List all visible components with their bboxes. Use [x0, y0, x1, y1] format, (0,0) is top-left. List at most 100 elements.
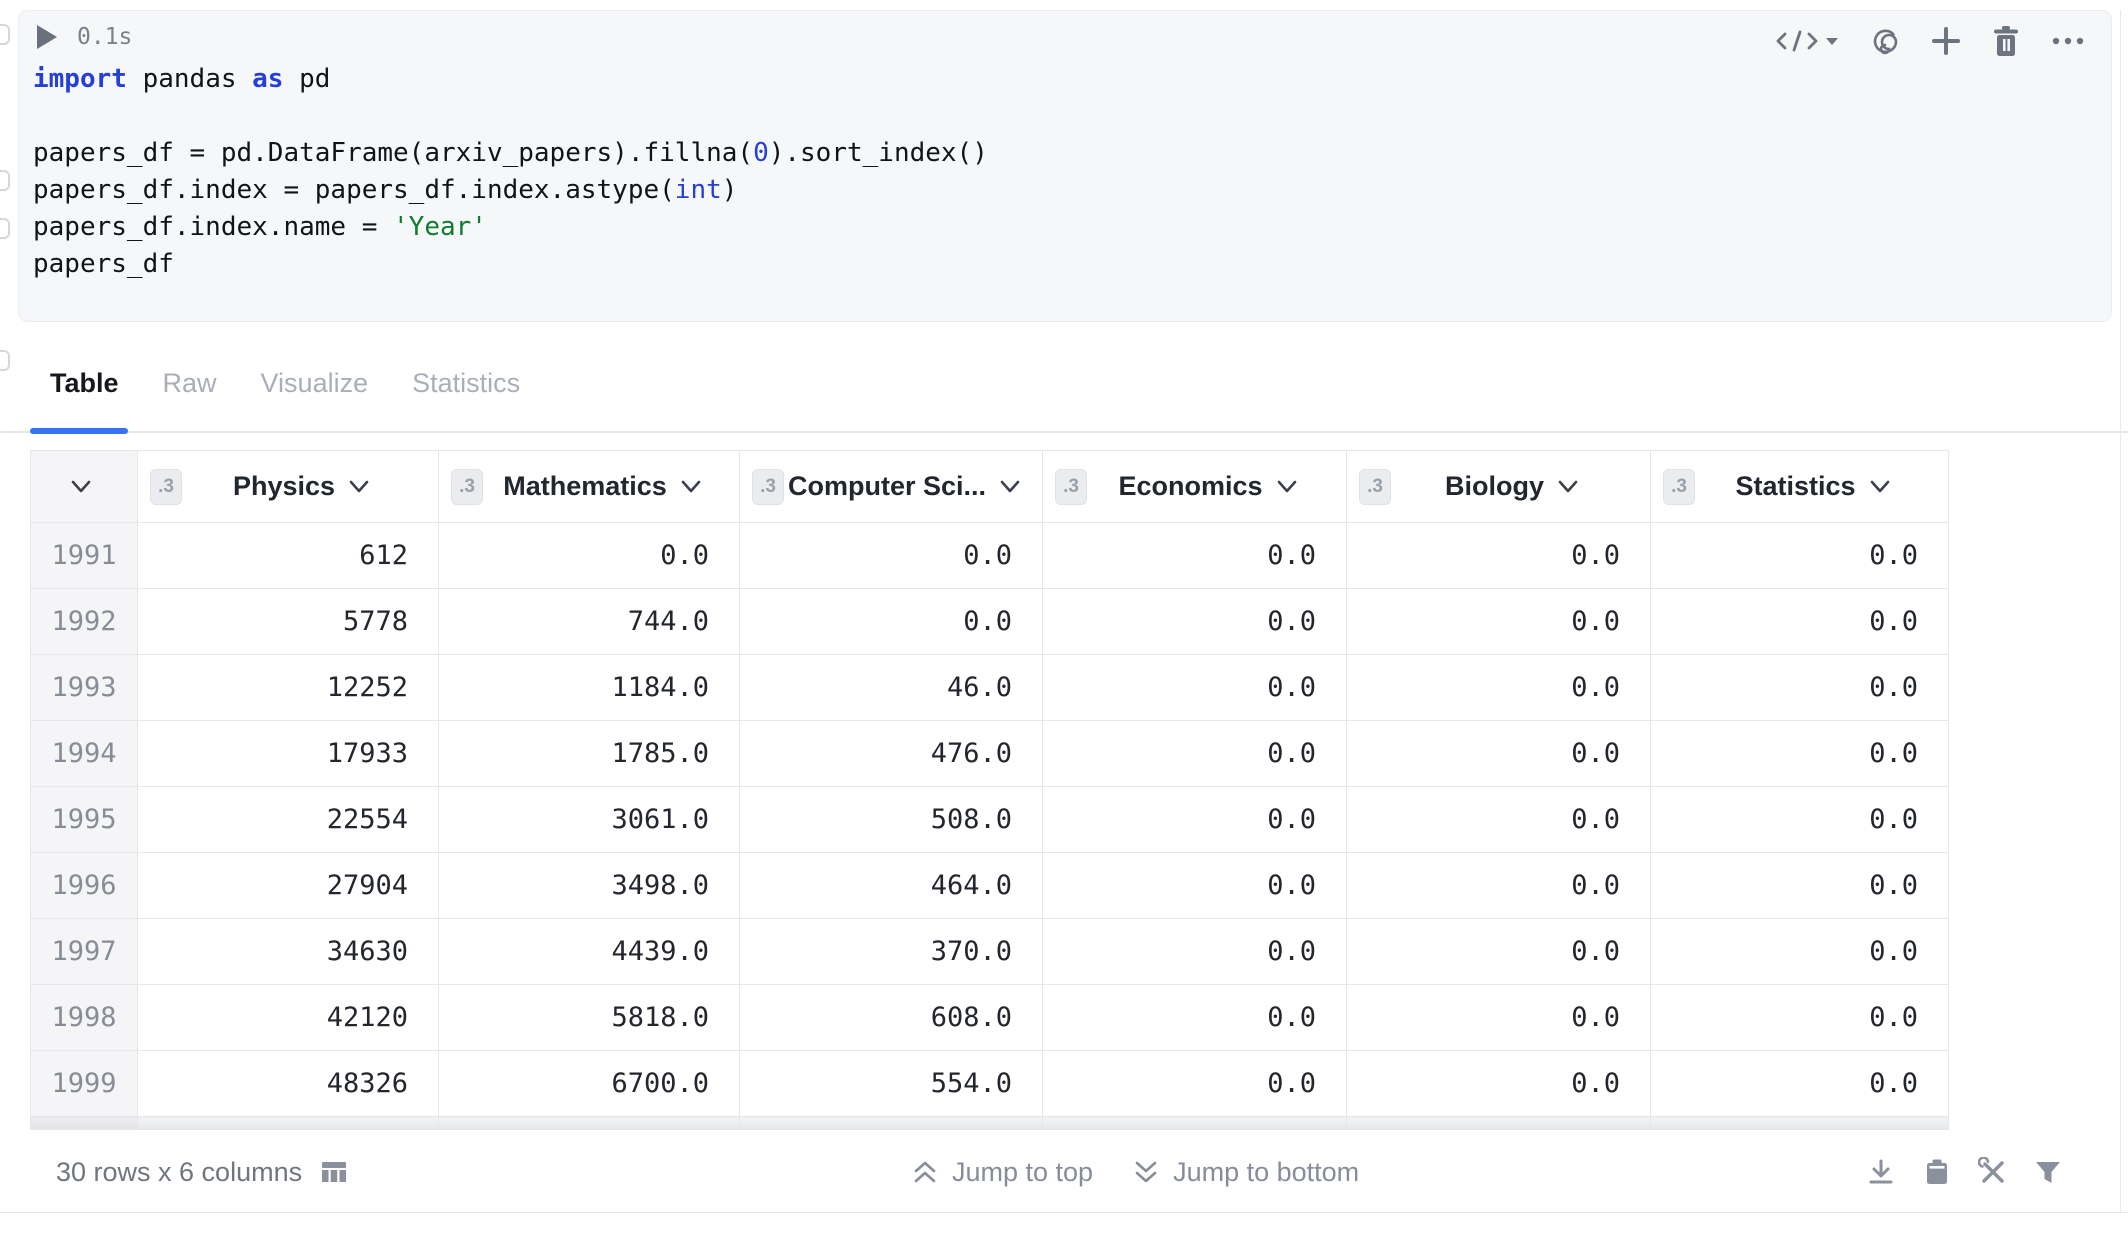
table-cell[interactable]: 0.0	[1043, 919, 1347, 985]
table-cell[interactable]: 0.0	[1347, 853, 1651, 919]
table-cell[interactable]: 612	[138, 523, 439, 589]
table-cell[interactable]: 0.0	[740, 589, 1043, 655]
table-cell[interactable]: 608.0	[740, 985, 1043, 1051]
table-cell[interactable]: 22554	[138, 787, 439, 853]
table-cell[interactable]: 0.0	[1347, 787, 1651, 853]
table-cell[interactable]: 3061.0	[439, 787, 740, 853]
table-cell[interactable]: 46.0	[740, 655, 1043, 721]
tab-raw[interactable]: Raw	[163, 368, 217, 399]
table-cell[interactable]: 554.0	[740, 1051, 1043, 1117]
column-header-economics[interactable]: .3Economics	[1043, 451, 1347, 523]
table-cell[interactable]: 5818.0	[439, 985, 740, 1051]
tab-statistics[interactable]: Statistics	[412, 368, 520, 399]
table-cell[interactable]: 0.0	[1651, 655, 1949, 721]
table-cell[interactable]: 6700.0	[439, 1051, 740, 1117]
row-index[interactable]: 1996	[31, 853, 138, 919]
row-index[interactable]: 1992	[31, 589, 138, 655]
code-tag-icon	[1775, 26, 1819, 56]
copy-button[interactable]	[1922, 1157, 1952, 1187]
table-cell[interactable]: 17933	[138, 721, 439, 787]
code-line	[33, 98, 988, 135]
table-cell[interactable]: 0.0	[1347, 589, 1651, 655]
table-cell[interactable]: 4439.0	[439, 919, 740, 985]
column-header-mathematics[interactable]: .3Mathematics	[439, 451, 740, 523]
row-index[interactable]: 1997	[31, 919, 138, 985]
table-cell[interactable]: 0.0	[740, 523, 1043, 589]
canvas-right-border	[2120, 10, 2121, 1212]
run-cell-button[interactable]	[35, 23, 61, 51]
ai-assistant-button[interactable]	[1869, 25, 1901, 57]
table-cell[interactable]: 5778	[138, 589, 439, 655]
table-cell[interactable]: 0.0	[1043, 523, 1347, 589]
table-cell[interactable]: 34630	[138, 919, 439, 985]
column-label: Statistics	[1735, 471, 1855, 502]
table-cell[interactable]: 0.0	[1651, 985, 1949, 1051]
comment-bubble-icon[interactable]	[0, 24, 10, 45]
table-cell[interactable]: 464.0	[740, 853, 1043, 919]
column-header-statistics[interactable]: .3Statistics	[1651, 451, 1949, 523]
filter-button[interactable]	[2034, 1158, 2062, 1186]
column-header-computer-sci[interactable]: .3Computer Sci...	[740, 451, 1043, 523]
row-index[interactable]: 1991	[31, 523, 138, 589]
table-cell[interactable]: 0.0	[1043, 985, 1347, 1051]
delete-cell-button[interactable]	[1991, 25, 2021, 57]
table-cell[interactable]: 508.0	[740, 787, 1043, 853]
table-cell[interactable]: 1184.0	[439, 655, 740, 721]
table-cell[interactable]: 0.0	[1043, 853, 1347, 919]
row-index[interactable]: 1993	[31, 655, 138, 721]
table-cell[interactable]: 42120	[138, 985, 439, 1051]
export-button[interactable]	[1866, 1157, 1896, 1187]
tab-table[interactable]: Table	[50, 368, 119, 399]
table-cell[interactable]: 0.0	[1043, 787, 1347, 853]
jump-to-bottom-button[interactable]: Jump to bottom	[1133, 1157, 1359, 1188]
table-cell[interactable]: 27904	[138, 853, 439, 919]
table-cell[interactable]: 0.0	[1651, 787, 1949, 853]
table-cell[interactable]: 0.0	[1043, 655, 1347, 721]
table-cell[interactable]: 0.0	[1651, 919, 1949, 985]
table-cell[interactable]: 0.0	[1043, 721, 1347, 787]
table-cell[interactable]: 0.0	[1347, 919, 1651, 985]
table-cell[interactable]: 0.0	[1651, 1051, 1949, 1117]
column-type-badge: .3	[451, 469, 483, 505]
comment-bubble-icon[interactable]	[0, 218, 10, 239]
column-header-biology[interactable]: .3Biology	[1347, 451, 1651, 523]
plus-icon	[1931, 26, 1961, 56]
more-options-button[interactable]	[2051, 26, 2085, 56]
table-cell[interactable]: 744.0	[439, 589, 740, 655]
table-cell[interactable]: 0.0	[439, 523, 740, 589]
tab-visualize[interactable]: Visualize	[261, 368, 369, 399]
comment-bubble-icon[interactable]	[0, 350, 10, 371]
row-index[interactable]: 1995	[31, 787, 138, 853]
columns-icon[interactable]	[320, 1158, 348, 1186]
table-cell[interactable]: 0.0	[1347, 1051, 1651, 1117]
table-cell[interactable]: 370.0	[740, 919, 1043, 985]
table-cell[interactable]: 0.0	[1347, 523, 1651, 589]
settings-button[interactable]	[1978, 1157, 2008, 1187]
table-cell[interactable]: 12252	[138, 655, 439, 721]
table-cell[interactable]: 0.0	[1347, 985, 1651, 1051]
code-editor[interactable]: import pandas as pd papers_df = pd.DataF…	[33, 61, 988, 283]
table-cell[interactable]: 0.0	[1651, 721, 1949, 787]
comment-bubble-icon[interactable]	[0, 170, 10, 191]
table-cell[interactable]: 0.0	[1043, 1051, 1347, 1117]
table-cell[interactable]: 3498.0	[439, 853, 740, 919]
add-cell-button[interactable]	[1931, 26, 1961, 56]
table-cell[interactable]: 0.0	[1651, 523, 1949, 589]
row-index[interactable]: 1999	[31, 1051, 138, 1117]
table-cell[interactable]: 0.0	[1651, 589, 1949, 655]
column-label: Biology	[1445, 471, 1544, 502]
table-cell[interactable]: 0.0	[1651, 853, 1949, 919]
table-cell[interactable]: 0.0	[1347, 721, 1651, 787]
table-cell[interactable]: 0.0	[1043, 589, 1347, 655]
table-cell[interactable]: 476.0	[740, 721, 1043, 787]
table-cell[interactable]: 0.0	[1347, 655, 1651, 721]
cell-toolbar	[1775, 25, 2085, 57]
column-header-physics[interactable]: .3Physics	[138, 451, 439, 523]
row-index[interactable]: 1998	[31, 985, 138, 1051]
table-cell[interactable]: 1785.0	[439, 721, 740, 787]
row-index[interactable]: 1994	[31, 721, 138, 787]
cell-type-dropdown-button[interactable]	[1775, 26, 1839, 56]
table-cell[interactable]: 48326	[138, 1051, 439, 1117]
index-column-header[interactable]	[31, 451, 138, 523]
jump-to-top-button[interactable]: Jump to top	[912, 1157, 1093, 1188]
